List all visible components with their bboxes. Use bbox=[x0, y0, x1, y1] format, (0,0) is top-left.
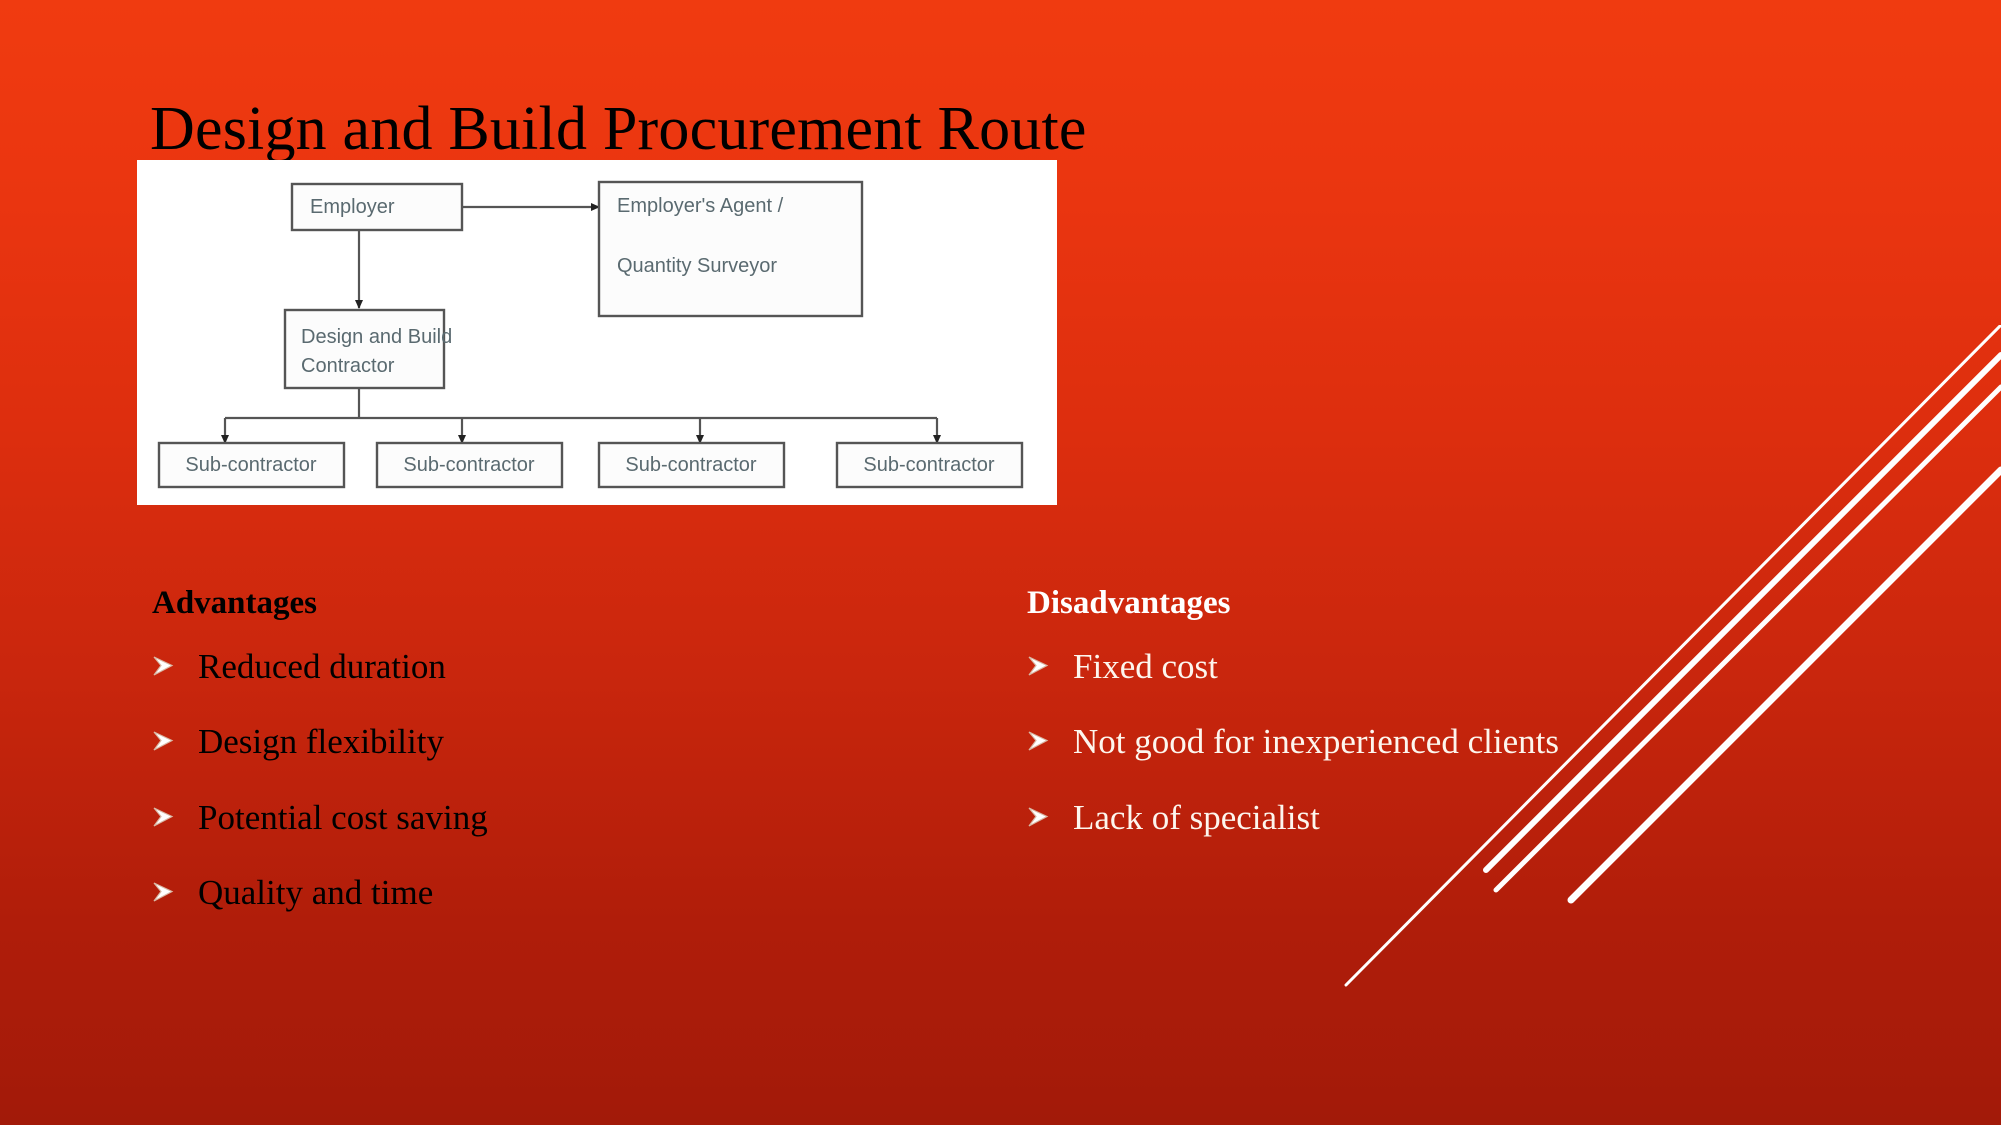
list-item: Design flexibility bbox=[150, 722, 970, 761]
disadvantages-column: Disadvantages Fixed cost Not good for in… bbox=[1025, 585, 1905, 873]
advantages-list: Reduced duration Design flexibility Pote… bbox=[150, 647, 970, 912]
list-item: Lack of specialist bbox=[1025, 798, 1905, 837]
svg-text:Contractor: Contractor bbox=[301, 355, 395, 377]
procurement-route-diagram: Employer Employer's Agent / Quantity Sur… bbox=[137, 160, 1057, 505]
chevron-bullet-icon bbox=[1028, 731, 1049, 752]
chevron-bullet-icon bbox=[153, 656, 174, 676]
disadvantages-list: Fixed cost Not good for inexperienced cl… bbox=[1025, 647, 1905, 837]
list-item-label: Not good for inexperienced clients bbox=[1073, 722, 1559, 762]
presentation-slide: Design and Build Procurement Route Emplo… bbox=[0, 0, 2001, 1125]
diagram-node-subcontractor-4: Sub-contractor bbox=[835, 441, 1024, 489]
diagram-node-design-build-contractor: Design and Build Contractor bbox=[283, 308, 452, 390]
list-item-label: Quality and time bbox=[198, 872, 434, 912]
advantages-heading: Advantages bbox=[152, 585, 318, 621]
list-item: Potential cost saving bbox=[150, 798, 970, 837]
diagram-node-employer: Employer bbox=[290, 182, 464, 232]
svg-text:Employer: Employer bbox=[310, 196, 395, 218]
svg-text:Employer's Agent /: Employer's Agent / bbox=[617, 195, 784, 217]
svg-text:Sub-contractor: Sub-contractor bbox=[403, 454, 535, 476]
svg-text:Sub-contractor: Sub-contractor bbox=[863, 454, 995, 476]
list-item: Reduced duration bbox=[150, 647, 970, 686]
diagram-node-subcontractor-2: Sub-contractor bbox=[375, 441, 564, 489]
chevron-bullet-icon bbox=[153, 807, 174, 827]
list-item-label: Design flexibility bbox=[198, 722, 444, 762]
diagram-node-subcontractor-3: Sub-contractor bbox=[597, 441, 786, 489]
chevron-bullet-icon bbox=[153, 882, 174, 902]
svg-text:Quantity Surveyor: Quantity Surveyor bbox=[617, 255, 777, 277]
svg-text:Sub-contractor: Sub-contractor bbox=[185, 454, 317, 476]
chevron-bullet-icon bbox=[153, 731, 174, 752]
chevron-bullet-icon bbox=[1028, 656, 1049, 676]
diagram-node-employers-agent: Employer's Agent / Quantity Surveyor bbox=[597, 180, 864, 318]
list-item: Fixed cost bbox=[1025, 647, 1905, 686]
svg-text:Sub-contractor: Sub-contractor bbox=[625, 454, 757, 476]
disadvantages-heading: Disadvantages bbox=[1027, 585, 1231, 621]
list-item-label: Lack of specialist bbox=[1073, 797, 1320, 837]
chevron-bullet-icon bbox=[1028, 807, 1049, 827]
list-item-label: Potential cost saving bbox=[198, 797, 488, 837]
list-item-label: Fixed cost bbox=[1073, 647, 1218, 687]
diagram-node-subcontractor-1: Sub-contractor bbox=[157, 441, 346, 489]
svg-text:Design and Build: Design and Build bbox=[301, 326, 452, 348]
list-item: Not good for inexperienced clients bbox=[1025, 722, 1905, 761]
org-chart-svg: Employer Employer's Agent / Quantity Sur… bbox=[157, 180, 1024, 489]
list-item-label: Reduced duration bbox=[198, 647, 446, 687]
list-item: Quality and time bbox=[150, 873, 970, 912]
page-title: Design and Build Procurement Route bbox=[150, 95, 1087, 163]
advantages-column: Advantages Reduced duration Design flexi… bbox=[150, 585, 970, 948]
